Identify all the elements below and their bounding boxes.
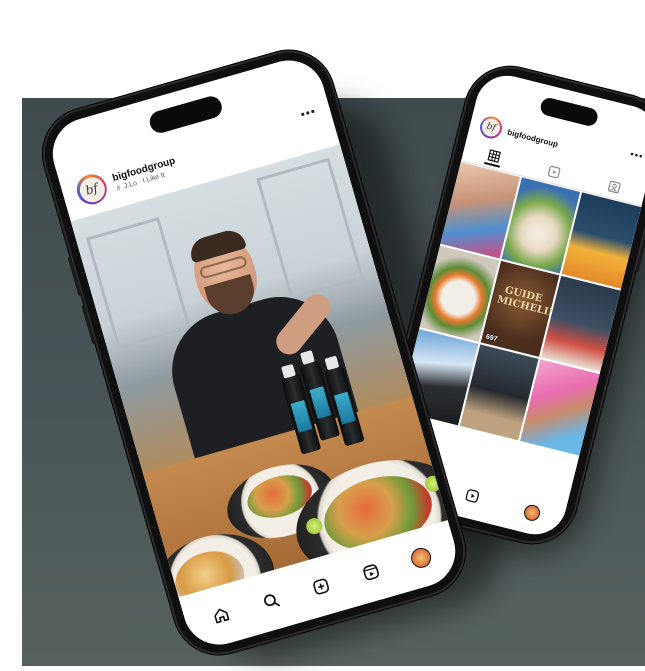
reels-icon[interactable] — [463, 487, 481, 509]
avatar-logo: bf — [480, 116, 502, 139]
profile-avatar[interactable]: bf — [477, 114, 505, 141]
profile-avatar[interactable] — [407, 544, 434, 571]
avatar-logo: bf — [76, 173, 108, 205]
post-user-block: bigfoodgroup ♬ J.Lo · I Like It — [111, 155, 179, 193]
profile-avatar[interactable] — [522, 503, 543, 523]
window-frame — [85, 216, 191, 350]
tile-title: GUIDE MICHELIN — [495, 284, 559, 320]
post-avatar[interactable]: bf — [73, 170, 111, 208]
window-frame — [256, 157, 364, 300]
dynamic-island — [538, 96, 600, 128]
profile-avatar-image — [408, 545, 434, 571]
profile-username[interactable]: bigfoodgroup — [506, 127, 559, 148]
tagged-tab-icon[interactable] — [605, 177, 624, 196]
search-icon[interactable] — [258, 587, 285, 614]
more-options-icon[interactable]: ••• — [299, 104, 318, 122]
reels-tab-icon[interactable] — [544, 162, 563, 181]
grid-tab-icon[interactable] — [484, 146, 504, 168]
create-icon[interactable] — [308, 573, 335, 600]
reels-icon[interactable] — [357, 559, 384, 586]
dynamic-island — [147, 93, 225, 136]
more-options-icon[interactable]: ••• — [629, 149, 645, 163]
home-icon[interactable] — [208, 602, 235, 629]
tile-count: 697 — [485, 333, 499, 344]
